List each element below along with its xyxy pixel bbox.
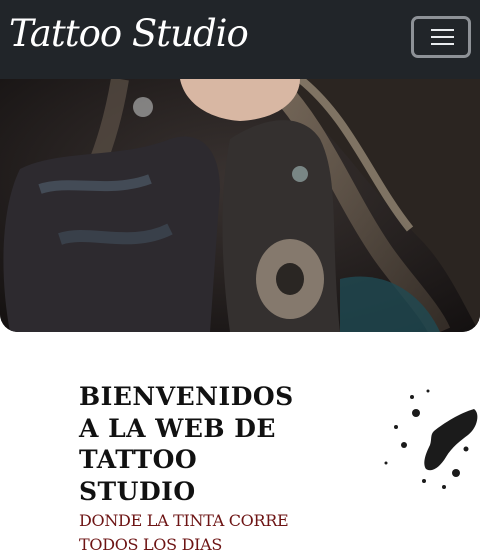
brand-logo[interactable]: Tattoo Studio [9,6,249,62]
welcome-title: BIENVENIDOS A LA WEB DE TATTOO STUDIO [79,382,294,506]
welcome-section: BIENVENIDOS A LA WEB DE TATTOO STUDIO DO… [79,381,309,557]
hero-image [0,79,480,332]
welcome-subtitle: DONDE LA TINTA CORRE TODOS LOS DIAS [79,511,289,554]
ink-splash-image [356,383,480,503]
menu-toggle-button[interactable] [411,16,471,58]
navbar: Tattoo Studio [0,0,480,79]
